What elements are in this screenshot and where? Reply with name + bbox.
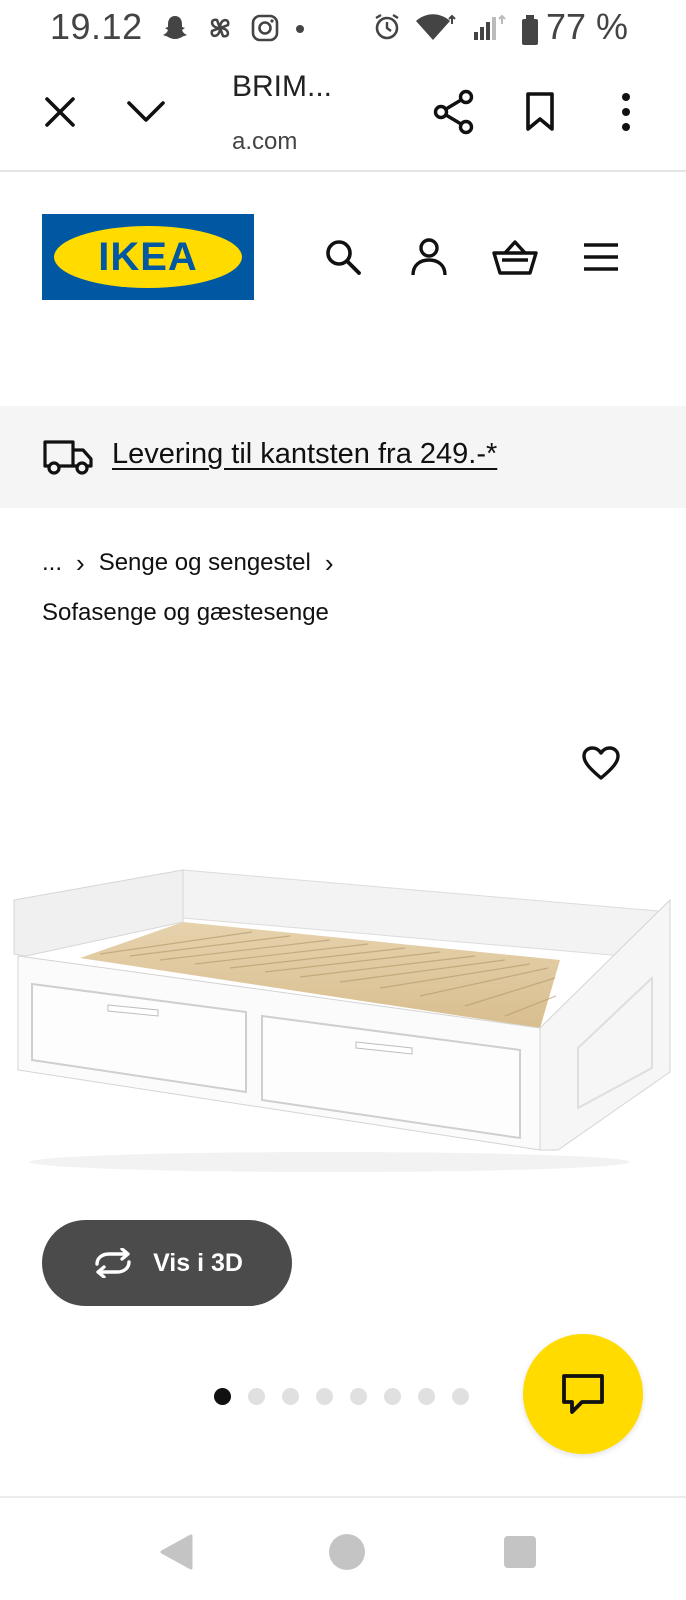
- alarm-icon: [375, 13, 399, 40]
- minimize-button[interactable]: [118, 84, 174, 140]
- pinwheel-icon: [210, 18, 230, 38]
- bookmark-icon: [526, 92, 554, 131]
- share-button[interactable]: [426, 84, 482, 140]
- bookmark-button[interactable]: [512, 84, 568, 140]
- rotate-3d-icon: [95, 1248, 131, 1278]
- carousel-dot[interactable]: [282, 1388, 299, 1405]
- page-url[interactable]: a.com: [232, 128, 297, 156]
- product-image[interactable]: [0, 850, 686, 1180]
- heart-icon: [582, 746, 620, 780]
- dot-icon: [296, 25, 304, 33]
- breadcrumb: ... › Senge og sengestel › Sofasenge og …: [42, 538, 662, 638]
- image-carousel-dots: [214, 1388, 469, 1405]
- home-circle-icon: [329, 1534, 365, 1570]
- close-icon: [45, 97, 75, 127]
- delivery-link[interactable]: Levering til kantsten fra 249.-*: [112, 438, 497, 471]
- close-tab-button[interactable]: [32, 84, 88, 140]
- truck-icon: [43, 440, 93, 475]
- chat-icon: [562, 1374, 604, 1414]
- view-3d-button[interactable]: Vis i 3D: [42, 1220, 292, 1306]
- more-vertical-icon: [622, 93, 630, 131]
- back-button[interactable]: [156, 1532, 196, 1572]
- signal-icon: [474, 14, 506, 40]
- status-time: 19.12: [50, 6, 143, 47]
- system-navigation-bar: [0, 1496, 686, 1600]
- system-icons: [372, 12, 508, 42]
- page-title: BRIM...: [232, 70, 333, 103]
- search-icon: [326, 240, 361, 275]
- menu-button[interactable]: [574, 230, 628, 284]
- share-icon: [433, 89, 474, 135]
- user-icon: [411, 238, 447, 276]
- breadcrumb-ellipsis[interactable]: ...: [42, 538, 62, 588]
- battery-percentage: 77 %: [546, 6, 629, 47]
- snapchat-icon: [163, 16, 187, 39]
- instagram-icon: [251, 14, 279, 42]
- status-bar: 19.12 77 %: [0, 0, 686, 56]
- search-button[interactable]: [316, 230, 370, 284]
- ikea-logo[interactable]: IKEA: [42, 214, 254, 300]
- carousel-dot[interactable]: [350, 1388, 367, 1405]
- carousel-dot[interactable]: [248, 1388, 265, 1405]
- recents-square-icon: [504, 1536, 536, 1568]
- basket-icon: [492, 240, 538, 275]
- basket-button[interactable]: [488, 230, 542, 284]
- chat-button[interactable]: [523, 1334, 643, 1454]
- chevron-right-icon: ›: [324, 548, 334, 578]
- carousel-dot[interactable]: [214, 1388, 231, 1405]
- breadcrumb-sofabeds[interactable]: Sofasenge og gæstesenge: [42, 588, 662, 638]
- more-options-button[interactable]: [598, 84, 654, 140]
- notification-icons: [160, 12, 306, 44]
- carousel-dot[interactable]: [316, 1388, 333, 1405]
- recents-button[interactable]: [500, 1532, 540, 1572]
- wifi-icon: [416, 14, 456, 40]
- favourite-button[interactable]: [578, 740, 624, 786]
- carousel-dot[interactable]: [418, 1388, 435, 1405]
- breadcrumb-beds[interactable]: Senge og sengestel: [99, 538, 311, 588]
- browser-toolbar: BRIM... a.com: [0, 56, 686, 172]
- back-triangle-icon: [160, 1534, 193, 1570]
- carousel-dot[interactable]: [452, 1388, 469, 1405]
- logo-text: IKEA: [98, 234, 198, 279]
- menu-icon: [584, 243, 618, 271]
- battery-icon: [522, 15, 538, 45]
- chevron-down-icon: [127, 101, 165, 122]
- home-button[interactable]: [327, 1532, 367, 1572]
- account-button[interactable]: [402, 230, 456, 284]
- logo-oval: IKEA: [54, 226, 242, 288]
- chevron-right-icon: ›: [76, 548, 85, 578]
- delivery-banner[interactable]: Levering til kantsten fra 249.-*: [0, 406, 686, 508]
- view-3d-label: Vis i 3D: [153, 1248, 243, 1277]
- carousel-dot[interactable]: [384, 1388, 401, 1405]
